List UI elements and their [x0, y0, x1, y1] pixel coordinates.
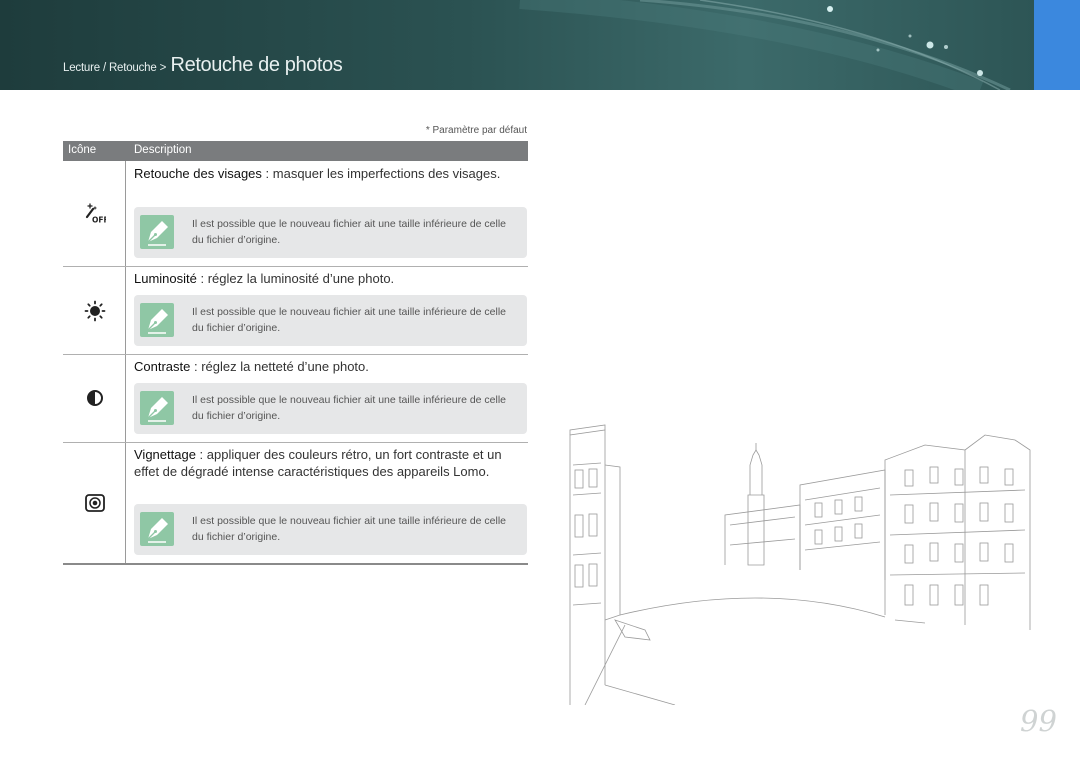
column-divider: [125, 161, 126, 564]
brightness-icon: [84, 300, 106, 322]
row-separator: [63, 442, 528, 443]
text-contrast: : réglez la netteté d’une photo.: [190, 359, 369, 374]
note-pen-icon: [140, 215, 174, 249]
note-box: Il est possible que le nouveau fichier a…: [134, 207, 527, 258]
city-canal-illustration: [565, 405, 1035, 706]
note-box: Il est possible que le nouveau fichier a…: [134, 383, 527, 434]
note-box: Il est possible que le nouveau fichier a…: [134, 504, 527, 555]
column-header-description: Description: [134, 144, 192, 156]
contrast-icon: [84, 387, 106, 409]
svg-text:OFF: OFF: [92, 216, 106, 225]
note-text: Il est possible que le nouveau fichier a…: [192, 218, 507, 246]
row-separator: [63, 354, 528, 355]
default-setting-note: * Paramètre par défaut: [425, 125, 527, 136]
note-text: Il est possible que le nouveau fichier a…: [192, 394, 507, 422]
note-pen-icon: [140, 391, 174, 425]
header-banner: Lecture / Retouche > Retouche de photos: [0, 0, 1034, 90]
table-header: Icône Description: [63, 141, 528, 161]
row-description-face-retouch: Retouche des visages : masquer les imper…: [134, 166, 524, 183]
row-description-brightness: Luminosité : réglez la luminosité d’une …: [134, 271, 524, 288]
row-description-vignetting: Vignettage : appliquer des couleurs rétr…: [134, 447, 524, 480]
column-header-icon: Icône: [68, 144, 97, 156]
note-text: Il est possible que le nouveau fichier a…: [192, 306, 507, 334]
text-brightness: : réglez la luminosité d’une photo.: [196, 271, 395, 286]
page-number: 99: [1020, 704, 1057, 738]
row-description-contrast: Contraste : réglez la netteté d’une phot…: [134, 359, 524, 376]
vignetting-icon: [84, 492, 106, 514]
note-box: Il est possible que le nouveau fichier a…: [134, 295, 527, 346]
chapter-tab: [1034, 0, 1080, 90]
breadcrumb-path: Lecture / Retouche >: [63, 62, 167, 74]
page-title: Retouche de photos: [170, 54, 343, 76]
term-vignetting: Vignettage: [134, 447, 196, 462]
term-contrast: Contraste: [134, 359, 191, 374]
note-pen-icon: [140, 512, 174, 546]
note-text: Il est possible que le nouveau fichier a…: [192, 515, 507, 543]
breadcrumb: Lecture / Retouche > Retouche de photos: [63, 54, 343, 77]
note-pen-icon: [140, 303, 174, 337]
table-bottom-border: [63, 563, 528, 565]
face-retouch-off-icon: OFF: [84, 202, 109, 225]
term-brightness: Luminosité: [134, 271, 197, 286]
text-face-retouch: : masquer les imperfections des visages.: [261, 166, 501, 181]
term-face-retouch: Retouche des visages: [134, 166, 262, 181]
row-separator: [63, 266, 528, 267]
